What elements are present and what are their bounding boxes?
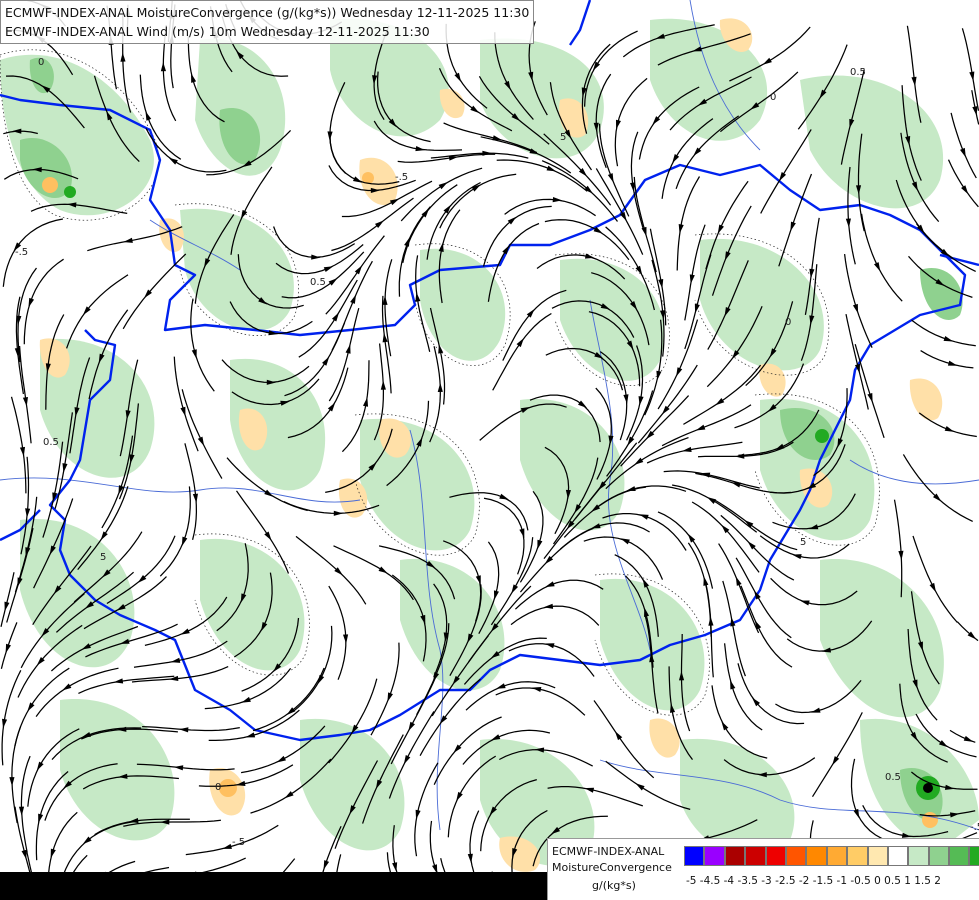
contour-label: 0 xyxy=(785,317,791,328)
legend-swatch-13 xyxy=(949,846,970,866)
contour-label: 5 xyxy=(560,132,566,143)
legend-swatch-5 xyxy=(785,846,807,866)
contour-label: 0 xyxy=(770,92,776,103)
contour-label: 0 xyxy=(215,782,221,793)
convergence-core xyxy=(923,783,933,793)
legend-units: g/(kg*s) xyxy=(592,879,636,892)
weather-map: 0 0.5 -.5 5 0 0.5 -.5 5 0 0.5 -.5 5 0 0.5 -.5 xyxy=(0,0,979,900)
map-stage: 0 0.5 -.5 5 0 0.5 -.5 5 0 0.5 -.5 5 0 0.5 -.5 ECMWF-IN… xyxy=(0,0,979,900)
legend-swatch-8 xyxy=(847,846,868,866)
contour-label: -.5 xyxy=(15,247,28,258)
contour-label: 0.5 xyxy=(885,772,901,783)
legend-swatch-7 xyxy=(826,846,848,866)
legend-title-variable: MoistureConvergence xyxy=(552,861,672,874)
title-wind: ECMWF-INDEX-ANAL Wind (m/s) 10m Wednesda… xyxy=(5,24,430,39)
contour-label: 5 xyxy=(100,552,106,563)
bottom-black-strip xyxy=(0,872,547,900)
contour-label: 0.5 xyxy=(43,437,59,448)
legend-swatch-12 xyxy=(928,846,950,866)
legend-swatch-9 xyxy=(867,846,888,866)
contour-label: 5 xyxy=(800,537,806,548)
legend-tick-labels: -5 -4.5 -4 -3.5 -3 -2.5 -2 -1.5 -1 -0.5 … xyxy=(686,875,941,887)
legend-title-model: ECMWF-INDEX-ANAL xyxy=(552,845,665,858)
legend-swatch-6 xyxy=(806,846,827,866)
contour-label: 0.5 xyxy=(310,277,326,288)
legend-swatch-4 xyxy=(765,846,786,866)
legend-swatch-14 xyxy=(969,846,979,866)
legend-swatch-3 xyxy=(745,846,766,866)
legend-swatch-11 xyxy=(908,846,929,866)
map-title-box: ECMWF-INDEX-ANAL MoistureConvergence (g/… xyxy=(0,0,535,44)
contour-label: -.5 xyxy=(232,837,245,848)
legend-swatches xyxy=(684,846,979,866)
contour-label: 0.5 xyxy=(850,67,866,78)
contour-label: -.5 xyxy=(970,822,979,833)
legend-swatch-1 xyxy=(704,846,725,866)
title-moisture-convergence: ECMWF-INDEX-ANAL MoistureConvergence (g/… xyxy=(5,5,530,20)
color-legend: ECMWF-INDEX-ANAL MoistureConvergence g/(… xyxy=(547,838,979,900)
contour-label: 0 xyxy=(38,57,44,68)
legend-swatch-0 xyxy=(684,846,705,866)
legend-swatch-10 xyxy=(887,846,909,866)
legend-swatch-2 xyxy=(724,846,746,866)
contour-label: -.5 xyxy=(395,172,408,183)
